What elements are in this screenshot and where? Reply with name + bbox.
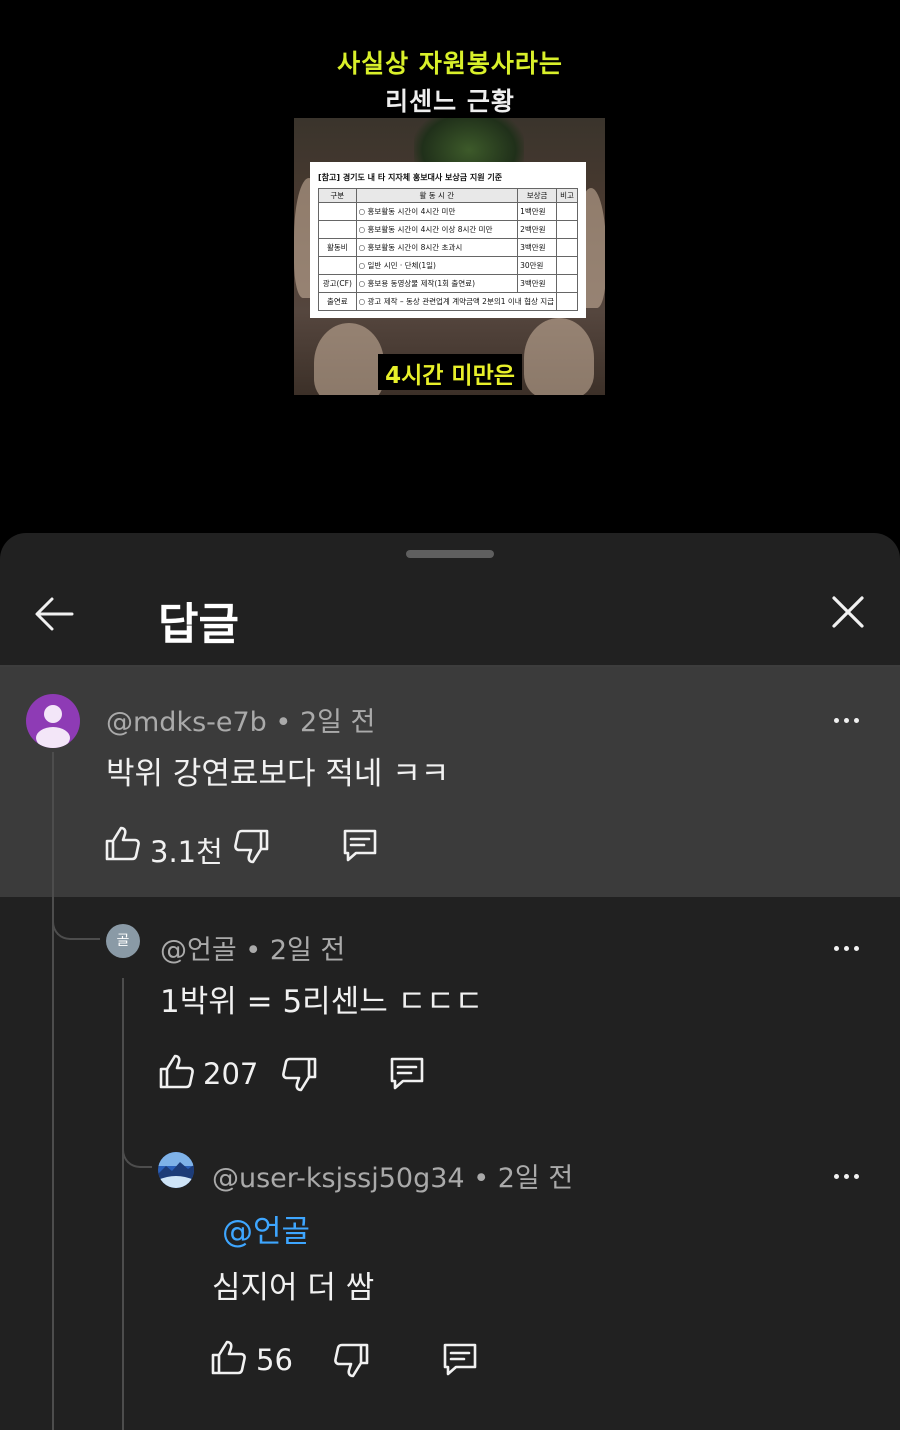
comment-menu-button[interactable]: [832, 938, 872, 958]
table-cell: 활동비: [318, 238, 357, 257]
reply-button[interactable]: [340, 825, 380, 865]
thread-line: [52, 752, 54, 1430]
sheet-title: 답글: [158, 599, 239, 650]
table-row: ○ 일반 시민 · 단체(1일) 30만원: [318, 256, 578, 275]
table-cell: [318, 220, 357, 239]
table-row: ○ 홍보활동 시간이 4시간 미만 1백만원: [318, 202, 578, 221]
thumbs-up-icon: [159, 1054, 194, 1089]
landscape-avatar-icon: [158, 1152, 194, 1188]
table-row: 광고(CF) ○ 홍보용 동영상물 제작(1회 출연료) 3백만원: [318, 274, 578, 293]
thumbs-down-icon: [334, 1343, 369, 1378]
table-cell: 2백만원: [517, 220, 558, 239]
comment-meta: @user-ksjssj50g34 • 2일 전: [212, 1156, 573, 1195]
table-cell: [556, 256, 578, 275]
avatar-letter: 골: [116, 933, 130, 949]
like-button[interactable]: [156, 1052, 196, 1092]
table-cell: [556, 274, 578, 293]
meta-separator: •: [245, 935, 262, 966]
reward-document: [참고] 경기도 내 타 지자체 홍보대사 보상금 지원 기준 구분 활 동 시…: [310, 162, 586, 318]
avatar[interactable]: [26, 694, 80, 748]
reply-comment-icon: [390, 1057, 424, 1090]
video-title-line2: 리센느 근황: [385, 87, 515, 116]
table-cell: ○ 일반 시민 · 단체(1일): [355, 256, 519, 275]
table-header: 구분: [318, 188, 357, 203]
table-header-row: 구분 활 동 시 간 보상금 비고: [318, 188, 578, 203]
thumbs-up-icon: [105, 826, 140, 861]
table-cell: [556, 220, 578, 239]
video-caption: 4시간 미만은: [385, 363, 515, 389]
table-cell: ○ 홍보용 동영상물 제작(1회 출연료): [355, 274, 519, 293]
like-count: 3.1천: [150, 835, 223, 869]
person-image: [314, 323, 384, 395]
comment-mention[interactable]: @언골: [222, 1206, 310, 1251]
reply-comment-icon: [443, 1343, 477, 1376]
close-button[interactable]: [826, 590, 870, 634]
reply-button[interactable]: [387, 1053, 427, 1093]
comment-text: 1박위 = 5리센느 ㄷㄷㄷ: [160, 984, 484, 1020]
table-header: 보상금: [517, 188, 558, 203]
table-row: ○ 홍보활동 시간이 4시간 이상 8시간 미만 2백만원: [318, 220, 578, 239]
arrow-left-icon: [35, 597, 74, 631]
like-count: 207: [203, 1057, 259, 1091]
table-row: 출연료 ○ 광고 제작 – 동상 관련업계 계약금액 2분의1 이내 협상 지급: [318, 292, 578, 311]
table-cell: [556, 238, 578, 257]
dislike-button[interactable]: [232, 826, 272, 866]
thumbs-up-icon: [211, 1340, 246, 1375]
like-button[interactable]: [102, 824, 142, 864]
thumbs-down-icon: [234, 829, 269, 864]
table-cell: 3백만원: [517, 274, 558, 293]
table-cell: ○ 홍보활동 시간이 8시간 초과시: [355, 238, 519, 257]
thumbs-down-icon: [282, 1057, 317, 1092]
close-icon: [832, 596, 864, 628]
video-player[interactable]: 사실상 자원봉사라는 리센느 근황 [참고] 경기도 내 타 지자체 홍보대사 …: [0, 0, 900, 535]
table-cell: 1백만원: [517, 202, 558, 221]
back-button[interactable]: [30, 590, 78, 638]
comment-menu-button[interactable]: [832, 1166, 872, 1186]
meta-separator: •: [473, 1163, 490, 1194]
table-row: 활동비 ○ 홍보활동 시간이 8시간 초과시 3백만원: [318, 238, 578, 257]
avatar[interactable]: [158, 1152, 194, 1188]
table-cell: [556, 202, 578, 221]
comment-author[interactable]: @언골: [160, 935, 237, 966]
comment-time: 2일 전: [299, 707, 376, 738]
table-cell: 30만원: [517, 256, 558, 275]
table-cell: [556, 292, 578, 311]
avatar[interactable]: 골: [106, 924, 140, 958]
table-cell: 광고(CF): [318, 274, 357, 293]
table-cell: ○ 광고 제작 – 동상 관련업계 계약금액 2분의1 이내 협상 지급: [355, 292, 558, 311]
comment-author[interactable]: @mdks-e7b: [106, 707, 267, 738]
document-title: [참고] 경기도 내 타 지자체 홍보대사 보상금 지원 기준: [318, 173, 503, 182]
thread-line: [122, 978, 124, 1430]
comment-time: 2일 전: [497, 1163, 574, 1194]
table-cell: 3백만원: [517, 238, 558, 257]
comment-meta: @mdks-e7b • 2일 전: [106, 700, 375, 739]
comment-author[interactable]: @user-ksjssj50g34: [212, 1163, 465, 1194]
video-title-line1: 사실상 자원봉사라는: [337, 49, 563, 78]
table-cell: ○ 홍보활동 시간이 4시간 미만: [355, 202, 519, 221]
reply-comment-icon: [343, 829, 377, 862]
person-icon: [36, 705, 70, 748]
dislike-button[interactable]: [280, 1054, 320, 1094]
table-cell: 출연료: [318, 292, 357, 311]
drag-handle[interactable]: [406, 550, 494, 558]
dislike-button[interactable]: [332, 1340, 372, 1380]
like-count: 56: [256, 1343, 293, 1377]
person-image: [524, 318, 594, 395]
table-header: 비고: [556, 188, 578, 203]
table-cell: [318, 202, 357, 221]
reply-button[interactable]: [440, 1339, 480, 1379]
comment-menu-button[interactable]: [832, 710, 872, 730]
comment-time: 2일 전: [269, 935, 346, 966]
comment-text: 심지어 더 쌈: [212, 1270, 375, 1306]
reward-table: 구분 활 동 시 간 보상금 비고 ○ 홍보활동 시간이 4시간 미만 1백만원…: [318, 188, 578, 311]
table-cell: [318, 256, 357, 275]
thread-connector: [52, 900, 100, 940]
comment-text: 박위 강연료보다 적네 ㅋㅋ: [106, 756, 450, 792]
comment-meta: @언골 • 2일 전: [160, 928, 345, 967]
table-header: 활 동 시 간: [355, 188, 519, 203]
table-cell: ○ 홍보활동 시간이 4시간 이상 8시간 미만: [355, 220, 519, 239]
meta-separator: •: [275, 707, 292, 738]
like-button[interactable]: [208, 1338, 248, 1378]
